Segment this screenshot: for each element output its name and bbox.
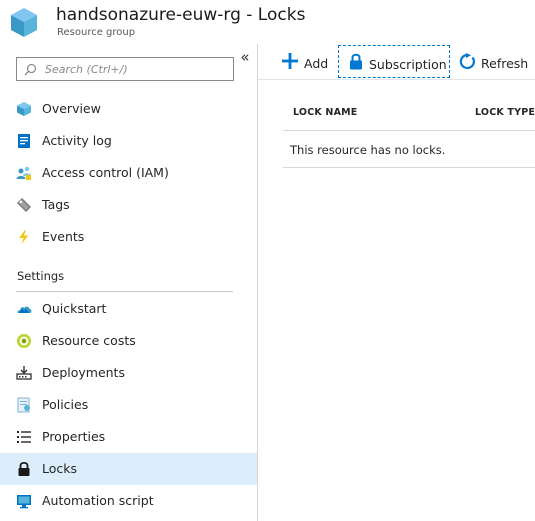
- sidebar-item-label: Deployments: [42, 365, 125, 380]
- sidebar-item-resource-costs[interactable]: Resource costs: [0, 325, 257, 357]
- sidebar-item-label: Properties: [42, 429, 106, 444]
- lightning-icon: [19, 230, 29, 244]
- sidebar-item-tags[interactable]: Tags: [0, 189, 257, 221]
- sidebar-item-policies[interactable]: Policies: [0, 389, 257, 421]
- refresh-button[interactable]: Refresh: [459, 45, 529, 78]
- sidebar-item-label: Policies: [42, 397, 89, 412]
- automation-script-icon: [17, 495, 31, 509]
- deployments-icon: [16, 366, 32, 380]
- resource-menu: « Overview Activity log Access control (…: [0, 44, 258, 521]
- activity-log-icon: [18, 134, 30, 148]
- policies-icon: [17, 397, 30, 413]
- plus-icon: [282, 53, 298, 69]
- collapse-menu-button[interactable]: «: [237, 48, 253, 66]
- lock-icon: [350, 53, 362, 70]
- cost-coin-icon: [17, 334, 31, 348]
- sidebar-item-automation-script[interactable]: Automation script: [0, 485, 257, 517]
- sidebar-item-properties[interactable]: Properties: [0, 421, 257, 453]
- blade-header: handsonazure-euw-rg - Locks Resource gro…: [0, 0, 535, 44]
- sidebar-item-locks[interactable]: Locks: [0, 453, 257, 485]
- settings-section-title: Settings: [17, 269, 65, 283]
- search-box[interactable]: [16, 57, 234, 81]
- tag-icon: [17, 198, 31, 212]
- sidebar-item-overview[interactable]: Overview: [0, 93, 257, 125]
- sidebar-item-label: Overview: [42, 101, 101, 116]
- sidebar-item-label: Events: [42, 229, 85, 244]
- page-subtitle: Resource group: [57, 27, 136, 38]
- header-divider: [283, 130, 535, 131]
- sidebar-item-label: Automation script: [42, 493, 154, 508]
- column-header-lock-name[interactable]: LOCK NAME: [293, 107, 357, 118]
- section-divider: [16, 291, 233, 292]
- search-input[interactable]: [45, 60, 231, 78]
- sidebar-item-label: Tags: [42, 197, 70, 212]
- subscription-lock-button[interactable]: Subscription: [338, 45, 450, 78]
- quickstart-cloud-icon: [17, 306, 32, 313]
- resource-group-cube-icon: [11, 8, 37, 37]
- sidebar-item-activity-log[interactable]: Activity log: [0, 125, 257, 157]
- column-header-lock-type[interactable]: LOCK TYPE: [475, 107, 535, 118]
- add-button[interactable]: Add: [282, 45, 332, 78]
- sidebar-item-access-control[interactable]: Access control (IAM): [0, 157, 257, 189]
- command-bar: Add Subscription Refresh: [258, 44, 535, 80]
- row-divider: [283, 167, 535, 168]
- search-icon: [24, 63, 37, 76]
- access-control-icon: [16, 166, 31, 180]
- sidebar-item-label: Activity log: [42, 133, 112, 148]
- sidebar-item-quickstart[interactable]: Quickstart: [0, 293, 257, 325]
- sidebar-item-label: Locks: [42, 461, 78, 476]
- sidebar-item-label: Quickstart: [42, 301, 107, 316]
- page-title: handsonazure-euw-rg - Locks: [56, 5, 306, 25]
- lock-icon: [18, 461, 30, 476]
- overview-icon: [17, 102, 31, 116]
- sidebar-item-deployments[interactable]: Deployments: [0, 357, 257, 389]
- empty-message: This resource has no locks.: [290, 143, 446, 157]
- sidebar-item-label: Access control (IAM): [42, 165, 169, 180]
- properties-list-icon: [17, 431, 31, 443]
- sidebar-item-label: Resource costs: [42, 333, 136, 348]
- refresh-icon: [459, 53, 475, 70]
- sidebar-item-events[interactable]: Events: [0, 221, 257, 253]
